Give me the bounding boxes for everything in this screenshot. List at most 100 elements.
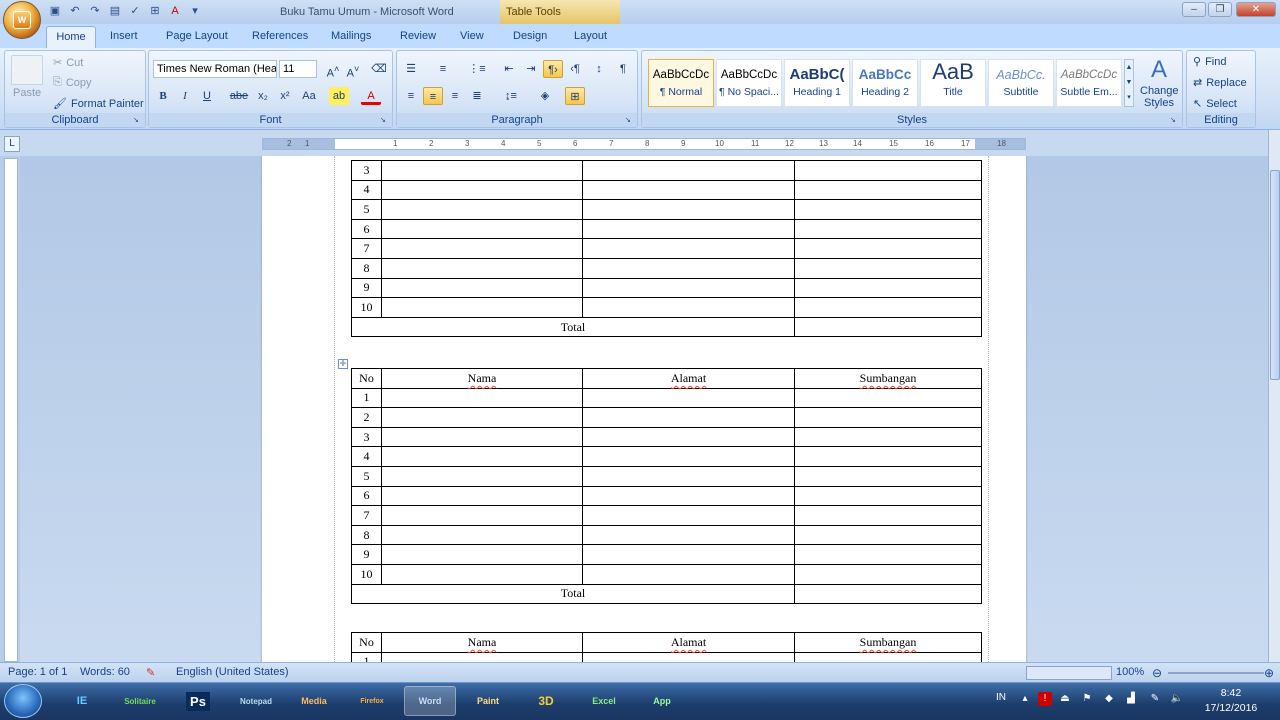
row-number-cell[interactable]: 4 (351, 446, 382, 467)
print-preview-icon[interactable]: ▤ (108, 4, 122, 18)
sumbangan-cell[interactable] (794, 407, 982, 428)
shrink-font-icon[interactable]: A˅ (343, 60, 363, 80)
tray-flag-icon[interactable]: ⚑ (1080, 692, 1094, 706)
sumbangan-cell[interactable] (794, 297, 982, 318)
minimize-button[interactable]: – (1182, 2, 1206, 17)
style-subtitle[interactable]: AaBbCc. Subtitle (988, 59, 1054, 107)
bullets-icon[interactable]: ☰ (401, 60, 421, 78)
align-left-icon[interactable]: ≡ (401, 87, 421, 105)
replace-button[interactable]: ⇄ Replace (1193, 76, 1247, 90)
taskbar-solitaire[interactable]: Solitaire (114, 686, 166, 716)
tab-references[interactable]: References (252, 28, 308, 44)
taskbar-3d[interactable]: 3D (520, 686, 572, 716)
cut-button[interactable]: ✂ Cut (53, 56, 83, 70)
sumbangan-cell[interactable] (794, 505, 982, 526)
font-size-input[interactable]: 11 (279, 60, 317, 78)
clear-formatting-icon[interactable]: ⌫ (369, 60, 389, 78)
nama-cell[interactable] (381, 485, 583, 507)
zoom-slider[interactable] (1168, 672, 1264, 674)
sumbangan-cell[interactable] (794, 257, 982, 279)
taskbar-paint[interactable]: Paint (462, 686, 514, 716)
header-sumbangan-cell[interactable]: Sumbangan (794, 368, 982, 389)
header-no-cell[interactable]: No (351, 368, 382, 389)
strikethrough-icon[interactable]: abe (229, 87, 249, 105)
sumbangan-cell[interactable] (794, 485, 982, 507)
row-number-cell[interactable]: 9 (351, 277, 382, 299)
nama-cell[interactable] (381, 524, 583, 546)
alamat-cell[interactable] (582, 297, 795, 318)
font-color-icon[interactable]: A (361, 87, 381, 105)
redo-icon[interactable]: ↷ (88, 4, 102, 18)
tray-expand-icon[interactable]: ▴ (1018, 692, 1032, 706)
row-number-cell[interactable]: 1 (351, 651, 382, 662)
header-alamat-cell[interactable]: Alamat (582, 632, 795, 653)
row-number-cell[interactable]: 9 (351, 544, 382, 565)
tab-page-layout[interactable]: Page Layout (166, 28, 228, 44)
tray-app-icon[interactable]: ◆ (1102, 692, 1116, 706)
total-value-cell[interactable] (794, 316, 982, 338)
sort-icon[interactable]: ↕ (589, 60, 609, 78)
vertical-ruler[interactable] (4, 158, 18, 662)
styles-scroll-icon[interactable]: ▲ ▼ ▾ (1124, 59, 1134, 107)
sumbangan-cell[interactable] (794, 179, 982, 201)
change-case-icon[interactable]: Aa (299, 87, 319, 105)
nama-cell[interactable] (381, 179, 583, 201)
sumbangan-cell[interactable] (794, 277, 982, 299)
nama-cell[interactable] (381, 407, 583, 428)
nama-cell[interactable] (381, 160, 583, 181)
taskbar-firefox[interactable]: Firefox (346, 686, 398, 716)
row-number-cell[interactable]: 8 (351, 524, 382, 546)
tray-network-icon[interactable]: ▟ (1124, 692, 1138, 706)
alamat-cell[interactable] (582, 446, 795, 467)
tray-usb-icon[interactable]: ⏏ (1058, 692, 1072, 706)
tray-volume-icon[interactable]: 🔈 (1170, 692, 1184, 706)
row-number-cell[interactable]: 6 (351, 485, 382, 507)
zoom-out-icon[interactable]: ⊖ (1152, 666, 1162, 680)
alamat-cell[interactable] (582, 160, 795, 181)
superscript-icon[interactable]: x² (275, 87, 295, 105)
nama-cell[interactable] (381, 297, 583, 318)
table-2[interactable]: No Nama Alamat Sumbangan 1 2 3 4 5 6 7 8 9 10 Total (351, 368, 982, 605)
alamat-cell[interactable] (582, 524, 795, 546)
nama-cell[interactable] (381, 238, 583, 259)
show-paragraph-marks-icon[interactable]: ¶ (613, 60, 633, 78)
row-number-cell[interactable]: 3 (351, 160, 382, 181)
font-launcher-icon[interactable]: ↘ (380, 116, 389, 125)
align-center-icon[interactable]: ≡ (423, 87, 443, 105)
alamat-cell[interactable] (582, 387, 795, 409)
numbering-icon[interactable]: ≡ (433, 60, 453, 78)
horizontal-ruler[interactable]: 2 1 1 2 3 4 5 6 7 8 9 10 11 12 13 14 15 16 17 18 (262, 138, 1026, 150)
header-sumbangan-cell[interactable]: Sumbangan (794, 632, 982, 653)
row-number-cell[interactable]: 4 (351, 179, 382, 201)
underline-icon[interactable]: U (197, 87, 217, 105)
header-nama-cell[interactable]: Nama (381, 632, 583, 653)
alamat-cell[interactable] (582, 199, 795, 220)
tab-design[interactable]: Design (513, 28, 547, 44)
header-nama-cell[interactable]: Nama (381, 368, 583, 389)
style-heading-1[interactable]: AaBbC( Heading 1 (784, 59, 850, 107)
tab-view[interactable]: View (460, 28, 484, 44)
nama-cell[interactable] (381, 465, 583, 487)
table-1[interactable]: 3 4 5 6 7 8 9 10 Total (351, 160, 982, 338)
sumbangan-cell[interactable] (794, 524, 982, 546)
increase-indent-icon[interactable]: ⇥ (521, 60, 541, 78)
clock[interactable]: 8:42 17/12/2016 (1188, 686, 1274, 716)
maximize-button[interactable]: ❐ (1208, 2, 1232, 17)
nama-cell[interactable] (381, 446, 583, 467)
tab-home[interactable]: Home (46, 26, 96, 48)
sumbangan-cell[interactable] (794, 563, 982, 585)
row-number-cell[interactable]: 7 (351, 238, 382, 259)
nama-cell[interactable] (381, 199, 583, 220)
sumbangan-cell[interactable] (794, 238, 982, 259)
header-no-cell[interactable]: No (351, 632, 382, 653)
customize-qat-icon[interactable]: ▾ (188, 4, 202, 18)
alamat-cell[interactable] (582, 238, 795, 259)
header-alamat-cell[interactable]: Alamat (582, 368, 795, 389)
change-styles-button[interactable]: A Change Styles (1140, 55, 1179, 109)
alamat-cell[interactable] (582, 465, 795, 487)
taskbar-app[interactable]: App (636, 686, 688, 716)
zoom-in-icon[interactable]: ⊕ (1264, 666, 1274, 680)
language-status[interactable]: English (United States) (176, 666, 289, 678)
nama-cell[interactable] (381, 505, 583, 526)
sumbangan-cell[interactable] (794, 199, 982, 220)
